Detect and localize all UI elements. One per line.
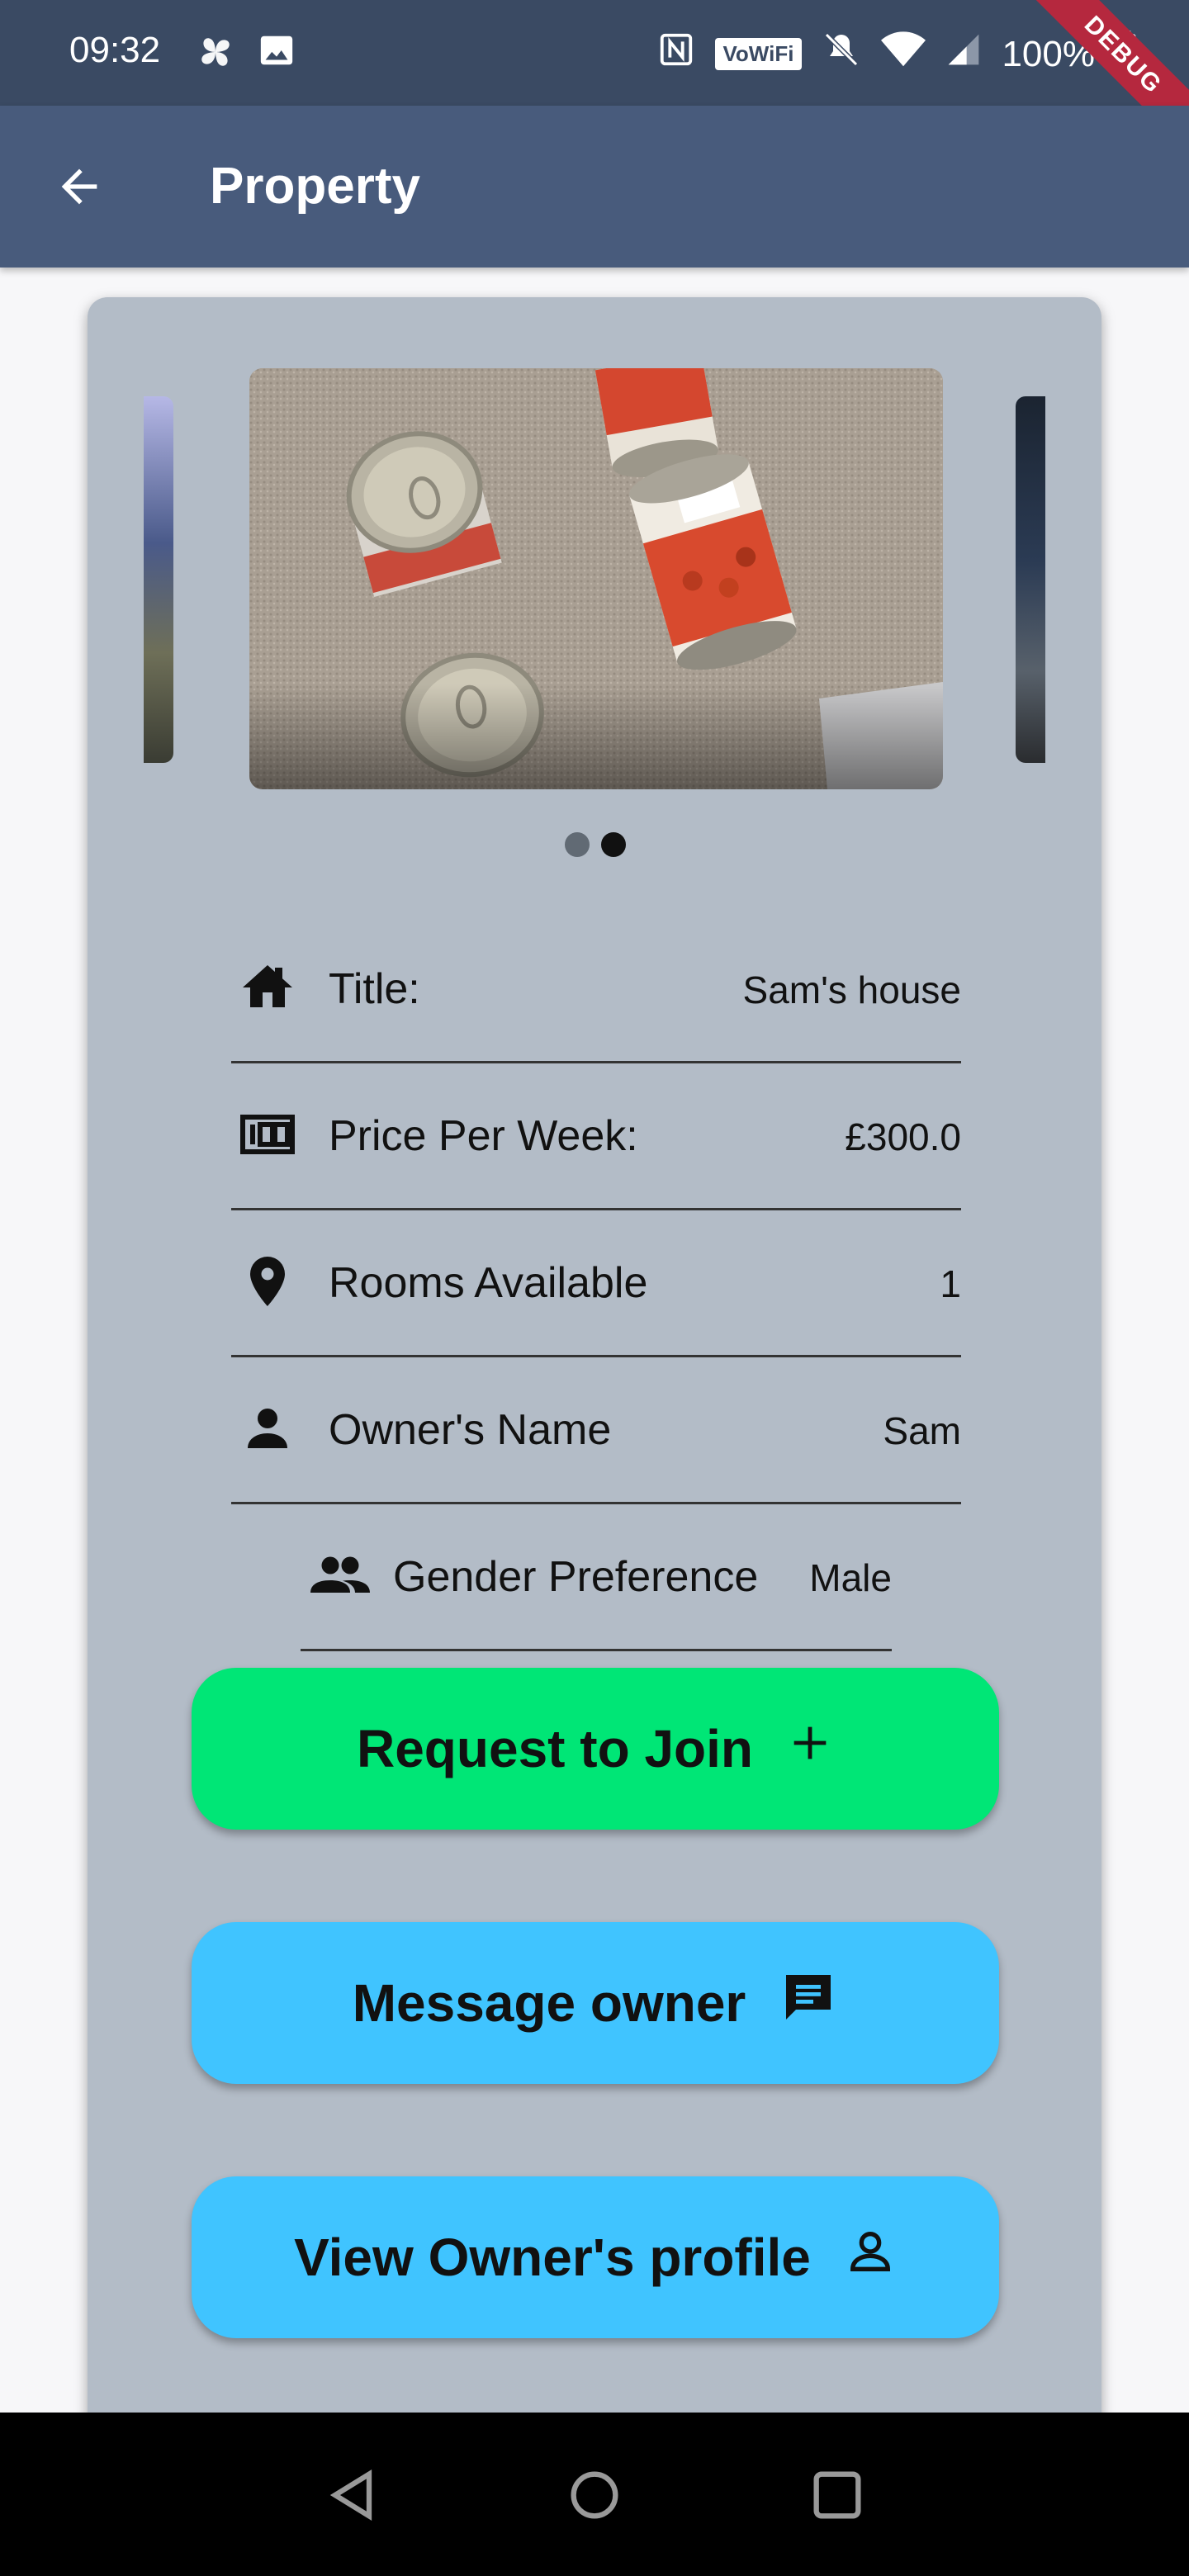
vowifi-badge: VoWiFi (714, 38, 803, 70)
detail-value: £300.0 (845, 1115, 961, 1158)
detail-value: Sam (883, 1409, 961, 1452)
wifi-icon (881, 30, 926, 78)
request-to-join-button[interactable]: Request to Join (192, 1668, 999, 1830)
image-icon (258, 31, 296, 78)
button-label: View Owner's profile (294, 2228, 811, 2287)
person-outline-icon (844, 2225, 897, 2290)
nav-back-icon[interactable] (322, 2464, 385, 2526)
detail-value: Male (809, 1556, 892, 1599)
nav-recents-icon[interactable] (806, 2464, 869, 2526)
detail-label: Gender Preference (393, 1553, 759, 1601)
baked-beans-photo (249, 368, 943, 789)
back-arrow-icon[interactable] (53, 160, 106, 213)
people-icon (307, 1546, 370, 1605)
property-card: Title: Sam's house Price Per Week: £300.… (88, 297, 1101, 2444)
status-icons: VoWiFi 100% (657, 30, 1136, 78)
detail-row-price: Price Per Week: £300.0 (231, 1063, 961, 1210)
carousel-next-image[interactable] (1016, 396, 1045, 763)
button-label: Request to Join (356, 1719, 754, 1778)
status-bar: 09:32 VoWiFi 100% DEBUG (0, 0, 1189, 159)
detail-label: Owner's Name (329, 1406, 612, 1454)
detail-label: Price Per Week: (329, 1112, 638, 1160)
status-time: 09:32 (69, 30, 161, 70)
carousel-dot[interactable] (565, 832, 590, 857)
detail-row-rooms: Rooms Available 1 (231, 1210, 961, 1357)
plus-icon (786, 1718, 834, 1779)
view-owner-profile-button[interactable]: View Owner's profile (192, 2176, 999, 2338)
property-details: Title: Sam's house Price Per Week: £300.… (231, 916, 961, 1651)
carousel-dot-active[interactable] (601, 832, 626, 857)
mute-icon (822, 30, 861, 78)
detail-value: 1 (940, 1262, 961, 1305)
chat-icon (779, 1968, 838, 2039)
app-bar: Property (0, 106, 1189, 268)
carousel-prev-image[interactable] (144, 396, 173, 763)
nav-home-icon[interactable] (563, 2464, 626, 2526)
location-pin-icon (238, 1252, 297, 1311)
message-owner-button[interactable]: Message owner (192, 1922, 999, 2084)
detail-label: Rooms Available (329, 1259, 648, 1307)
money-icon (238, 1105, 297, 1164)
house-icon (238, 958, 297, 1017)
detail-row-title: Title: Sam's house (231, 916, 961, 1063)
carousel-indicator (565, 832, 626, 857)
pinwheel-icon (195, 31, 236, 82)
detail-row-gender: Gender Preference Male (301, 1504, 892, 1651)
nfc-icon (657, 31, 695, 78)
carousel-image[interactable] (249, 368, 943, 789)
person-icon (238, 1399, 297, 1458)
detail-row-owner: Owner's Name Sam (231, 1357, 961, 1504)
button-label: Message owner (352, 1973, 746, 2033)
detail-label: Title: (329, 965, 420, 1013)
detail-value: Sam's house (742, 968, 961, 1011)
page-title: Property (210, 158, 420, 215)
system-nav-bar (0, 2413, 1189, 2576)
cell-signal-icon (945, 31, 982, 77)
